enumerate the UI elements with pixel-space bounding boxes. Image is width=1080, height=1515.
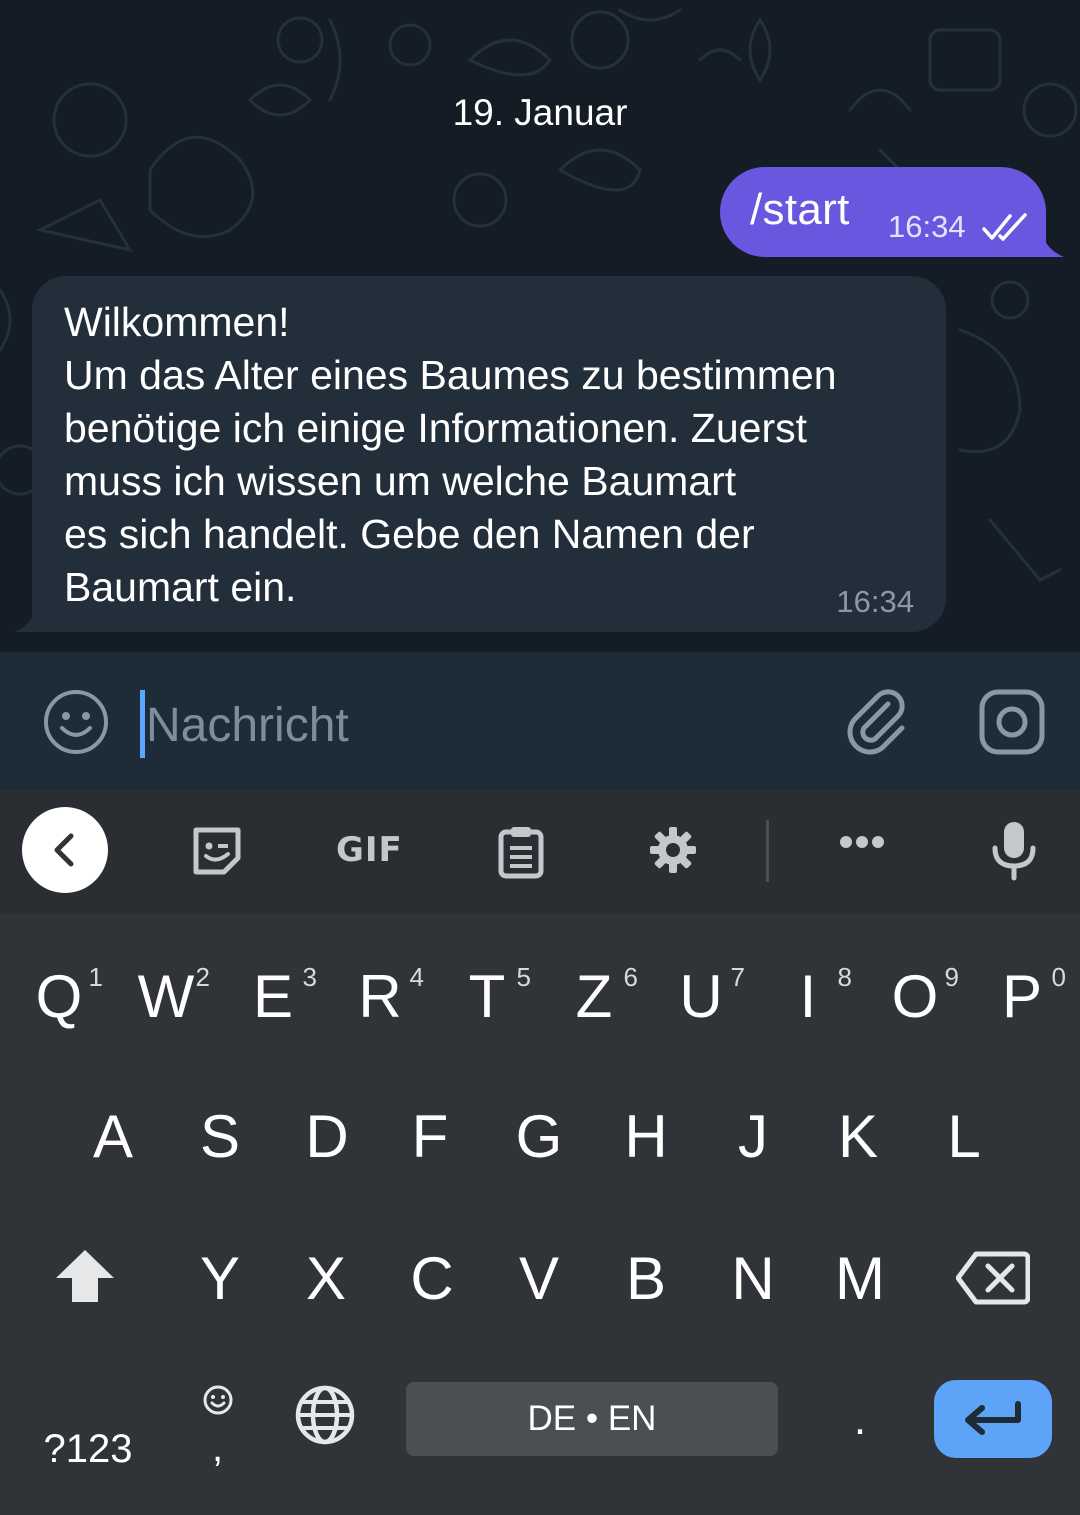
keyboard-toolbar: GIF: [0, 790, 1080, 914]
key-f[interactable]: F: [380, 1076, 480, 1196]
microphone-icon[interactable]: [990, 820, 1038, 882]
key-q[interactable]: Q1: [9, 936, 109, 1056]
enter-key[interactable]: [934, 1380, 1052, 1458]
key-label: P: [1001, 962, 1043, 1030]
space-key[interactable]: DE • EN: [406, 1382, 778, 1456]
key-k[interactable]: K: [808, 1076, 908, 1196]
key-g[interactable]: G: [489, 1076, 589, 1196]
key-r[interactable]: R4: [330, 936, 430, 1056]
toolbar-divider: [766, 820, 769, 882]
key-v[interactable]: V: [489, 1218, 589, 1338]
gif-icon[interactable]: GIF: [336, 830, 403, 870]
sticker-icon[interactable]: [190, 824, 244, 878]
outgoing-message-text: /start: [750, 185, 850, 234]
key-label: E: [252, 962, 294, 1030]
incoming-message-time: 16:34: [836, 584, 914, 619]
chevron-left-icon: [54, 833, 74, 867]
key-label: R: [358, 962, 402, 1030]
comma-label: ,: [212, 1426, 224, 1470]
incoming-message-text: Wilkommen! Um das Alter eines Baumes zu …: [64, 299, 837, 610]
key-j[interactable]: J: [703, 1076, 803, 1196]
key-d[interactable]: D: [277, 1076, 377, 1196]
key-e[interactable]: E3: [223, 936, 323, 1056]
key-n[interactable]: N: [703, 1218, 803, 1338]
key-label: O: [891, 962, 939, 1030]
symbols-key[interactable]: ?123: [28, 1414, 148, 1484]
key-c[interactable]: C: [382, 1218, 482, 1338]
key-hint: 3: [302, 962, 317, 992]
key-hint: 6: [623, 962, 638, 992]
key-hint: 2: [195, 962, 210, 992]
keyboard-collapse-button[interactable]: [22, 807, 108, 893]
key-m[interactable]: M: [810, 1218, 910, 1338]
paperclip-icon[interactable]: [842, 686, 914, 758]
key-label: I: [799, 962, 817, 1030]
key-hint: 4: [409, 962, 424, 992]
key-hint: 0: [1051, 962, 1066, 992]
gear-icon[interactable]: [648, 825, 698, 875]
enter-icon: [965, 1401, 1021, 1435]
key-x[interactable]: X: [276, 1218, 376, 1338]
outgoing-message[interactable]: /start 16:34: [720, 167, 1046, 257]
key-label: W: [137, 962, 195, 1030]
key-w[interactable]: W2: [116, 936, 216, 1056]
key-t[interactable]: T5: [437, 936, 537, 1056]
key-hint: 1: [88, 962, 103, 992]
key-u[interactable]: U7: [651, 936, 751, 1056]
key-b[interactable]: B: [596, 1218, 696, 1338]
key-h[interactable]: H: [596, 1076, 696, 1196]
outgoing-message-time: 16:34: [888, 209, 966, 244]
key-s[interactable]: S: [170, 1076, 270, 1196]
key-label: U: [679, 962, 723, 1030]
more-icon[interactable]: [838, 834, 886, 850]
shift-icon[interactable]: [54, 1248, 116, 1304]
chat-area[interactable]: 19. Januar /start 16:34 Wilkommen! Um da…: [0, 0, 1080, 652]
key-i[interactable]: I8: [758, 936, 858, 1056]
instagram-camera-icon[interactable]: [976, 686, 1048, 758]
key-hint: 5: [516, 962, 531, 992]
key-label: T: [468, 962, 506, 1030]
keyboard: Q1 W2 E3 R4 T5 Z6 U7 I8 O9 P0 A S D F G …: [0, 914, 1080, 1515]
date-separator: 19. Januar: [438, 88, 642, 138]
globe-icon[interactable]: [294, 1384, 356, 1446]
backspace-icon[interactable]: [956, 1250, 1030, 1306]
text-caret: [140, 690, 145, 758]
key-l[interactable]: L: [914, 1076, 1014, 1196]
key-z[interactable]: Z6: [544, 936, 644, 1056]
key-p[interactable]: P0: [972, 936, 1072, 1056]
smiley-icon[interactable]: [42, 688, 110, 756]
key-y[interactable]: Y: [170, 1218, 270, 1338]
key-o[interactable]: O9: [865, 936, 965, 1056]
key-hint: 7: [730, 962, 745, 992]
key-a[interactable]: A: [63, 1076, 163, 1196]
incoming-message[interactable]: Wilkommen! Um das Alter eines Baumes zu …: [32, 276, 946, 632]
key-label: Q: [35, 962, 83, 1030]
period-key[interactable]: .: [836, 1384, 884, 1456]
key-hint: 9: [944, 962, 959, 992]
clipboard-icon[interactable]: [496, 824, 546, 880]
comma-key[interactable]: ,: [186, 1374, 250, 1484]
message-input[interactable]: [140, 690, 800, 760]
double-check-icon: [982, 213, 1027, 241]
message-input-bar: [0, 652, 1080, 790]
emoji-icon: [203, 1385, 233, 1415]
key-label: Z: [575, 962, 613, 1030]
key-hint: 8: [837, 962, 852, 992]
